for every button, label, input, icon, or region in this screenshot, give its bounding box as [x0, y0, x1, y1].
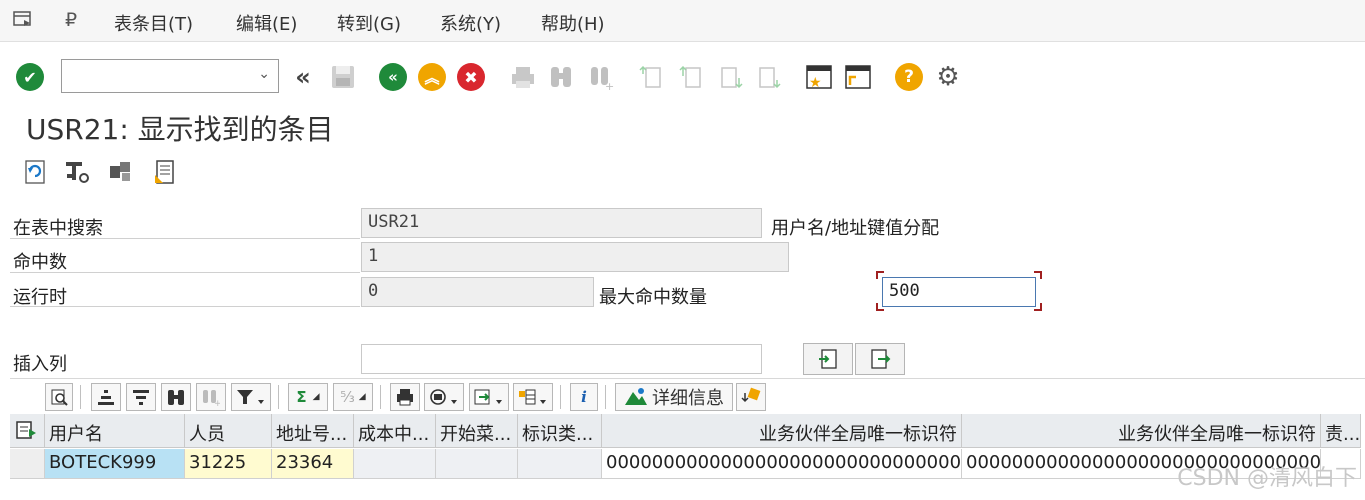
separator	[278, 385, 279, 409]
list-icon[interactable]	[150, 157, 180, 187]
info-icon[interactable]: i	[570, 383, 598, 411]
export-icon[interactable]	[469, 383, 509, 411]
create-session-icon[interactable]: ★	[804, 62, 834, 92]
print-icon[interactable]	[390, 383, 420, 411]
details-label: 详细信息	[652, 388, 724, 409]
sum-icon[interactable]: Σ ◢	[288, 383, 328, 411]
select-all-icon[interactable]	[10, 414, 45, 448]
chevron-down-icon[interactable]: ⌄	[258, 66, 270, 82]
separator	[605, 385, 606, 409]
runtime-label: 运行时	[13, 287, 67, 308]
table-cell[interactable]	[436, 449, 518, 479]
menu-bar: ₽ 表条目(T) 编辑(E) 转到(G) 系统(Y) 帮助(H)	[0, 0, 1365, 42]
enter-icon[interactable]: ✔	[15, 62, 45, 92]
column-header[interactable]: 标识类...	[518, 414, 602, 448]
details-button[interactable]: 详细信息	[615, 383, 733, 411]
column-header[interactable]: 用户名	[45, 414, 185, 448]
parameter-icon[interactable]: ₽	[64, 8, 86, 31]
insert-column-button[interactable]	[803, 343, 853, 375]
sort-ascending-icon[interactable]	[91, 383, 121, 411]
search-table-description: 用户名/地址键值分配	[771, 218, 940, 239]
table-cell[interactable]: 23364	[272, 449, 354, 479]
layout-icon[interactable]	[513, 383, 553, 411]
page-title: USR21: 显示找到的条目	[26, 113, 334, 146]
menu-help[interactable]: 帮助(H)	[541, 10, 605, 36]
alv-toolbar: + Σ ◢ ⁵⁄₃ ◢ i 详细信息	[10, 378, 1365, 414]
command-field[interactable]: ⌄	[61, 59, 279, 93]
separator	[380, 385, 381, 409]
command-input[interactable]	[62, 60, 242, 92]
next-page-icon	[716, 62, 746, 92]
table-cell[interactable]: 31225	[185, 449, 272, 479]
export-icon	[871, 349, 891, 369]
cancel-icon[interactable]: ✖	[456, 62, 486, 92]
insert-column-input[interactable]	[361, 344, 762, 374]
refresh-icon[interactable]	[20, 157, 50, 187]
menu-icon[interactable]	[12, 8, 34, 30]
help-icon[interactable]: ?	[894, 62, 924, 92]
column-header[interactable]: 开始菜...	[436, 414, 518, 448]
structure-icon[interactable]	[106, 157, 136, 187]
find-item-icon[interactable]	[45, 383, 73, 411]
table-cell[interactable]: 00000000000000000000000000000000	[602, 449, 962, 479]
svg-text:+: +	[214, 399, 220, 406]
column-header[interactable]: 地址号...	[272, 414, 354, 448]
search-table-field: USR21	[361, 208, 762, 238]
print-icon	[508, 62, 538, 92]
column-header[interactable]: 业务伙伴全局唯一标识符	[602, 414, 962, 448]
save-icon	[328, 62, 358, 92]
menu-goto[interactable]: 转到(G)	[337, 10, 401, 36]
table-settings-icon[interactable]	[62, 157, 92, 187]
svg-text:₽: ₽	[65, 9, 77, 30]
menu-table-entry[interactable]: 表条目(T)	[114, 10, 193, 36]
shopping-icon[interactable]	[736, 383, 766, 411]
back-double-icon[interactable]: «	[288, 62, 318, 92]
import-icon	[819, 349, 837, 369]
runtime-field: 0	[361, 277, 594, 307]
filter-icon[interactable]	[231, 383, 271, 411]
binoculars-icon[interactable]	[161, 383, 191, 411]
find-next-icon: +	[196, 383, 226, 411]
menu-system[interactable]: 系统(Y)	[440, 10, 501, 36]
previous-page-icon	[676, 62, 706, 92]
sort-descending-icon[interactable]	[126, 383, 156, 411]
table-cell[interactable]	[354, 449, 436, 479]
hits-field: 1	[361, 242, 789, 272]
find-icon	[546, 62, 576, 92]
table-cell[interactable]	[518, 449, 602, 479]
column-header[interactable]: 成本中...	[354, 414, 436, 448]
max-hits-label: 最大命中数量	[599, 287, 707, 308]
exit-icon[interactable]: ︽	[417, 62, 447, 92]
hits-label: 命中数	[13, 252, 67, 273]
column-header[interactable]: 业务伙伴全局唯一标识符	[962, 414, 1321, 448]
column-header[interactable]: 责...	[1321, 414, 1361, 448]
max-hits-input[interactable]: 500	[882, 277, 1036, 307]
insert-column-label: 插入列	[13, 354, 67, 375]
column-header[interactable]: 人员	[185, 414, 272, 448]
shortcut-icon[interactable]	[843, 62, 873, 92]
svg-text:★: ★	[809, 75, 822, 91]
find-next-icon: +	[586, 62, 616, 92]
separator	[80, 385, 81, 409]
table-cell[interactable]: BOTECK999	[45, 449, 185, 479]
settings-icon[interactable]: ⚙	[933, 62, 963, 92]
last-page-icon	[754, 62, 784, 92]
search-table-label: 在表中搜索	[13, 218, 103, 239]
mountain-icon	[625, 388, 647, 405]
menu-edit[interactable]: 编辑(E)	[236, 10, 297, 36]
watermark: CSDN @清风白下	[1177, 466, 1357, 491]
subtotal-icon: ⁵⁄₃ ◢	[333, 383, 373, 411]
first-page-icon	[636, 62, 666, 92]
separator	[560, 385, 561, 409]
insert-column-all-button[interactable]	[855, 343, 905, 375]
row-selector[interactable]	[10, 449, 45, 479]
svg-text:+: +	[605, 80, 614, 90]
back-icon[interactable]: «	[378, 62, 408, 92]
views-icon[interactable]	[424, 383, 464, 411]
